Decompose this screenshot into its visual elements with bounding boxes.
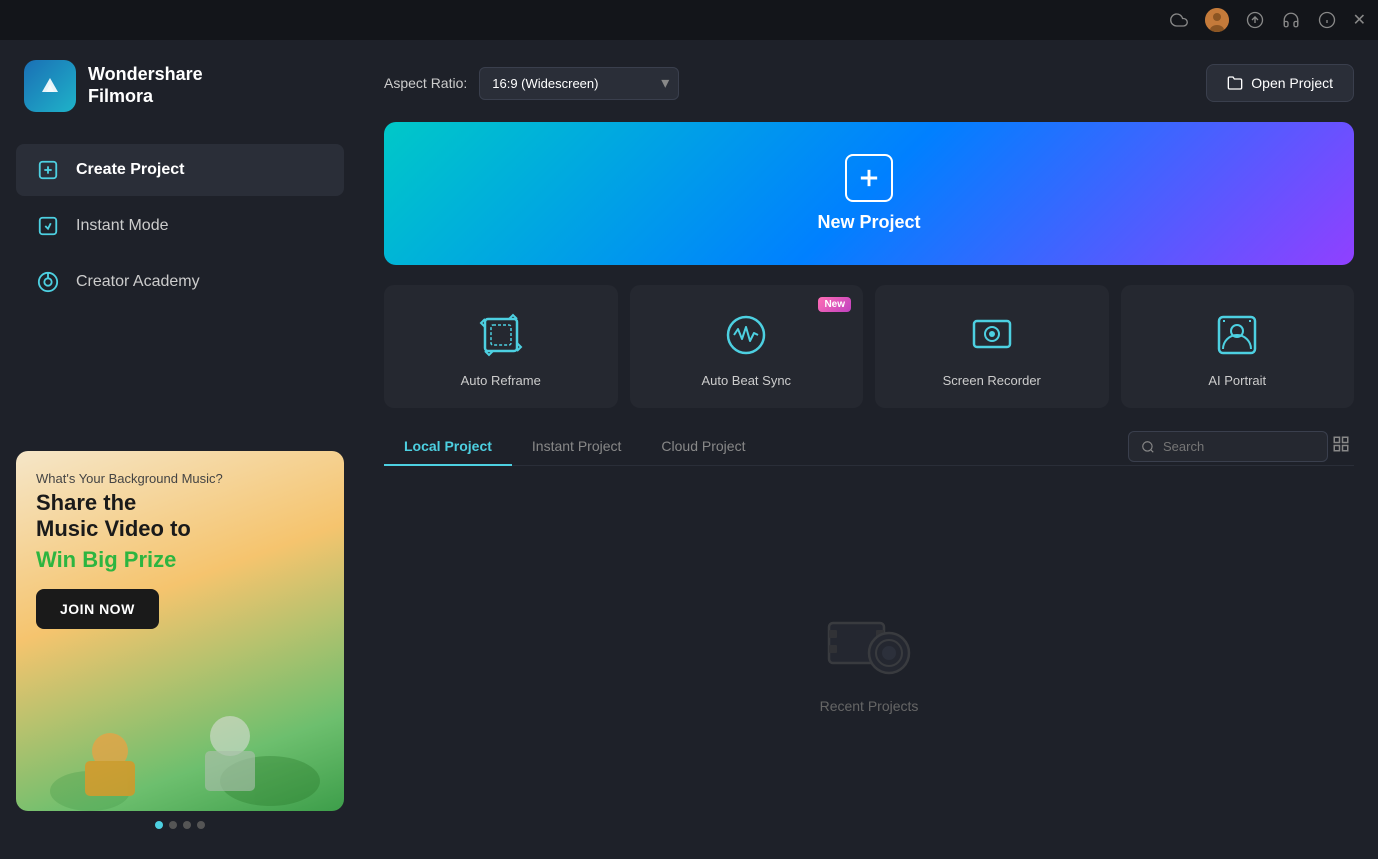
new-badge: New: [818, 297, 851, 312]
aspect-ratio-select[interactable]: 16:9 (Widescreen) 9:16 (Vertical) 1:1 (S…: [479, 67, 679, 100]
grid-view-button[interactable]: [1328, 431, 1354, 462]
app-name-line1: Wondershare: [88, 64, 203, 86]
main-layout: Wondershare Filmora Create Project: [0, 40, 1378, 859]
create-project-icon: [36, 158, 60, 182]
ai-portrait-icon: [1211, 309, 1263, 361]
aspect-select-wrapper: 16:9 (Widescreen) 9:16 (Vertical) 1:1 (S…: [479, 67, 679, 100]
tool-card-auto-beat-sync[interactable]: New Auto Beat Sync: [630, 285, 864, 408]
dot-1[interactable]: [155, 821, 163, 829]
open-project-button[interactable]: Open Project: [1206, 64, 1354, 102]
cloud-icon[interactable]: [1169, 10, 1189, 30]
film-icon: [824, 608, 914, 678]
recent-projects-label: Recent Projects: [820, 698, 919, 714]
tab-local-project[interactable]: Local Project: [384, 428, 512, 466]
ad-dots: [0, 811, 360, 839]
tabs-row: Local Project Instant Project Cloud Proj…: [384, 428, 1354, 466]
aspect-ratio-label: Aspect Ratio:: [384, 75, 467, 91]
tool-card-ai-portrait[interactable]: AI Portrait: [1121, 285, 1355, 408]
ad-prize: Win Big Prize: [36, 547, 324, 573]
ad-banner[interactable]: What's Your Background Music? Share the …: [16, 451, 344, 811]
sidebar: Wondershare Filmora Create Project: [0, 40, 360, 859]
close-button[interactable]: ✕: [1353, 10, 1366, 30]
open-project-label: Open Project: [1251, 75, 1333, 91]
aspect-ratio-section: Aspect Ratio: 16:9 (Widescreen) 9:16 (Ve…: [384, 67, 679, 100]
tool-cards-grid: Auto Reframe New Auto Beat Sync: [384, 285, 1354, 408]
auto-beat-sync-label: Auto Beat Sync: [701, 373, 791, 388]
instant-mode-icon: [36, 214, 60, 238]
info-icon[interactable]: [1317, 10, 1337, 30]
content-area: Aspect Ratio: 16:9 (Widescreen) 9:16 (Ve…: [360, 40, 1378, 859]
titlebar: ✕: [0, 0, 1378, 40]
grid-icon: [1332, 435, 1350, 453]
creator-academy-icon: [36, 270, 60, 294]
ad-subtitle: What's Your Background Music?: [36, 471, 324, 486]
tool-card-auto-reframe[interactable]: Auto Reframe: [384, 285, 618, 408]
screen-recorder-icon: [966, 309, 1018, 361]
new-project-add-icon: [845, 154, 893, 202]
sidebar-item-create-project-label: Create Project: [76, 161, 185, 179]
sidebar-nav: Create Project Instant Mode: [0, 144, 360, 308]
auto-beat-sync-icon: [720, 309, 772, 361]
tool-card-screen-recorder[interactable]: Screen Recorder: [875, 285, 1109, 408]
upload-icon[interactable]: [1245, 10, 1265, 30]
tab-instant-project[interactable]: Instant Project: [512, 428, 642, 466]
search-icon: [1141, 440, 1155, 454]
app-name-line2: Filmora: [88, 86, 203, 108]
ad-title: Share the Music Video to: [36, 490, 324, 543]
sidebar-item-create-project[interactable]: Create Project: [16, 144, 344, 196]
new-project-banner[interactable]: New Project: [384, 122, 1354, 265]
recent-projects-area: Recent Projects: [384, 486, 1354, 835]
auto-reframe-label: Auto Reframe: [461, 373, 541, 388]
folder-icon: [1227, 75, 1243, 91]
sidebar-item-instant-mode[interactable]: Instant Mode: [16, 200, 344, 252]
headphones-icon[interactable]: [1281, 10, 1301, 30]
dot-2[interactable]: [169, 821, 177, 829]
app-logo-icon: [24, 60, 76, 112]
logo-text: Wondershare Filmora: [88, 64, 203, 107]
sidebar-item-creator-academy[interactable]: Creator Academy: [16, 256, 344, 308]
dot-3[interactable]: [183, 821, 191, 829]
screen-recorder-label: Screen Recorder: [943, 373, 1041, 388]
sidebar-item-instant-mode-label: Instant Mode: [76, 217, 169, 235]
search-box: [1128, 431, 1328, 462]
tab-cloud-project[interactable]: Cloud Project: [641, 428, 765, 466]
search-input[interactable]: [1163, 439, 1303, 454]
ai-portrait-label: AI Portrait: [1208, 373, 1266, 388]
logo: Wondershare Filmora: [0, 60, 360, 144]
avatar[interactable]: [1205, 8, 1229, 32]
auto-reframe-icon: [475, 309, 527, 361]
new-project-label: New Project: [817, 212, 920, 233]
ad-join-button[interactable]: JOIN NOW: [36, 589, 159, 629]
dot-4[interactable]: [197, 821, 205, 829]
top-bar: Aspect Ratio: 16:9 (Widescreen) 9:16 (Ve…: [384, 64, 1354, 102]
sidebar-item-creator-academy-label: Creator Academy: [76, 273, 200, 291]
